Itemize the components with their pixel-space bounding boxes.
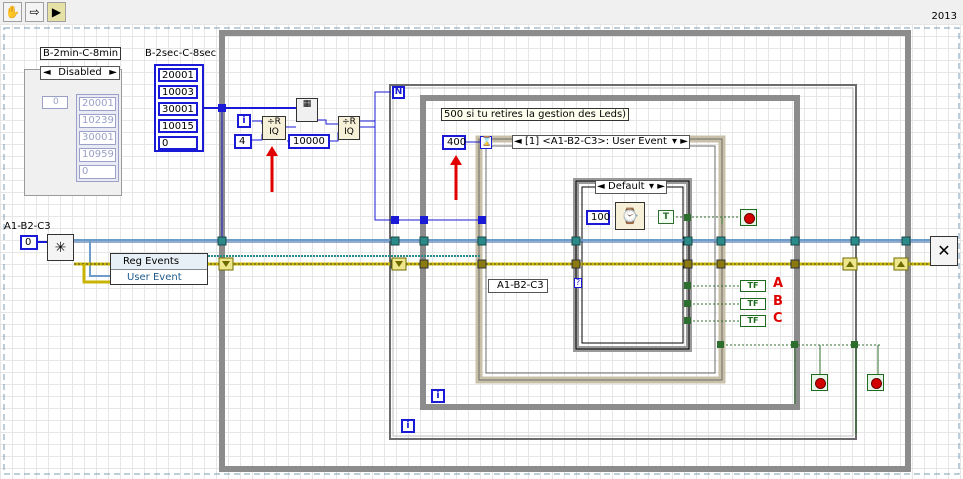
version-label: 2013 [931, 11, 957, 22]
loop-count-terminal[interactable]: N [392, 86, 405, 99]
constant-array[interactable]: 20001 10003 30001 10015 0 [154, 64, 204, 152]
wiring-layer [3, 27, 960, 475]
highlight-icon[interactable]: ▶ [47, 2, 66, 22]
reg-events-item[interactable]: User Event [111, 270, 207, 285]
divisor-10000-constant[interactable]: 10000 [288, 134, 330, 149]
timeout-constant[interactable]: 400 [442, 135, 466, 150]
wait-ms-constant[interactable]: 100 [586, 210, 610, 225]
quotient-remainder-2-icon[interactable]: ÷R IQ [338, 116, 360, 140]
case-selector[interactable]: ◄ Default ▾ ► [595, 180, 667, 194]
case-selector-label: Default [608, 181, 645, 192]
index-constant[interactable]: i [237, 114, 251, 128]
for-loop-iteration: i [401, 419, 415, 433]
arrow-icon[interactable]: ⇨ [25, 2, 44, 22]
stop-button-outer[interactable] [867, 374, 884, 391]
array-element[interactable]: 0 [79, 165, 116, 179]
block-diagram[interactable]: B-2min-C-8min ◄ Disabled ► 0 20001 10239 3… [0, 24, 963, 479]
toolbar: ✋ ⇨ ▶ 2013 [0, 0, 963, 25]
reg-events-node[interactable]: Reg Events User Event [110, 253, 208, 285]
event-data-node[interactable]: A1-B2-C3 [488, 279, 548, 293]
event-prev-icon[interactable]: ◄ [514, 136, 522, 148]
quotient-remainder-icon[interactable]: ÷R IQ [262, 116, 286, 140]
event-case-selector[interactable]: ◄ [1] <A1-B2-C3>: User Event ▾ ► [512, 135, 690, 149]
event-case-label: [1] <A1-B2-C3>: User Event [525, 136, 667, 147]
disabled-array: 20001 10239 30001 10959 0 [76, 94, 119, 182]
case-selector-terminal[interactable]: ? [574, 278, 582, 288]
destroy-user-event-icon[interactable]: ✕ [930, 236, 958, 266]
array-element[interactable]: 30001 [79, 131, 116, 145]
cluster-title: B-2min-C-8min [40, 47, 122, 60]
array-element[interactable]: 20001 [79, 97, 116, 111]
indicator-b: TF [740, 298, 766, 310]
reg-events-title: Reg Events [111, 254, 207, 270]
array-element[interactable]: 10003 [158, 85, 198, 99]
event-dropdown-icon[interactable]: ▾ [672, 136, 677, 148]
ring-control[interactable]: ◄ Disabled ► [40, 66, 120, 80]
label-a: A [773, 276, 784, 291]
array-index[interactable]: 0 [42, 96, 68, 109]
ring-decrement-icon[interactable]: ◄ [43, 67, 51, 79]
wait-ms-icon[interactable]: ⌚ [615, 202, 645, 230]
event-next-icon[interactable]: ► [680, 136, 688, 148]
ring-value: Disabled [58, 67, 102, 78]
inner-loop-iteration: i [431, 389, 445, 403]
label-c: C [773, 311, 783, 326]
indicator-c: TF [740, 315, 766, 327]
index-array-icon[interactable]: ▦ [296, 98, 318, 122]
case-next-icon[interactable]: ► [657, 181, 665, 193]
led-indicator [740, 209, 757, 226]
array-element[interactable]: 10959 [79, 148, 116, 162]
label-b: B [773, 294, 783, 309]
array-element[interactable]: 30001 [158, 102, 198, 116]
array-element[interactable]: 10239 [79, 114, 116, 128]
array-element[interactable]: 20001 [158, 68, 198, 82]
hand-icon[interactable]: ✋ [3, 2, 22, 22]
create-user-event-icon[interactable]: ✳ [47, 234, 74, 261]
array-element[interactable]: 10015 [158, 119, 198, 133]
case-dropdown-icon[interactable]: ▾ [649, 181, 654, 193]
indicator-a: TF [740, 280, 766, 292]
event-ref-label: A1-B2-C3 [4, 221, 51, 232]
note-label: 500 si tu retires la gestion des Leds) [441, 108, 630, 121]
true-constant[interactable]: T [658, 210, 674, 224]
hourglass-icon[interactable]: ⌛ [480, 136, 492, 149]
array-element[interactable]: 0 [158, 136, 198, 150]
divisor-4-constant[interactable]: 4 [234, 134, 252, 149]
stop-button-inner[interactable] [811, 374, 828, 391]
ring-increment-icon[interactable]: ► [109, 67, 117, 79]
const-array-label: B-2sec-C-8sec [145, 48, 217, 59]
event-ref-control[interactable]: 0 [20, 235, 38, 250]
case-prev-icon[interactable]: ◄ [597, 181, 605, 193]
